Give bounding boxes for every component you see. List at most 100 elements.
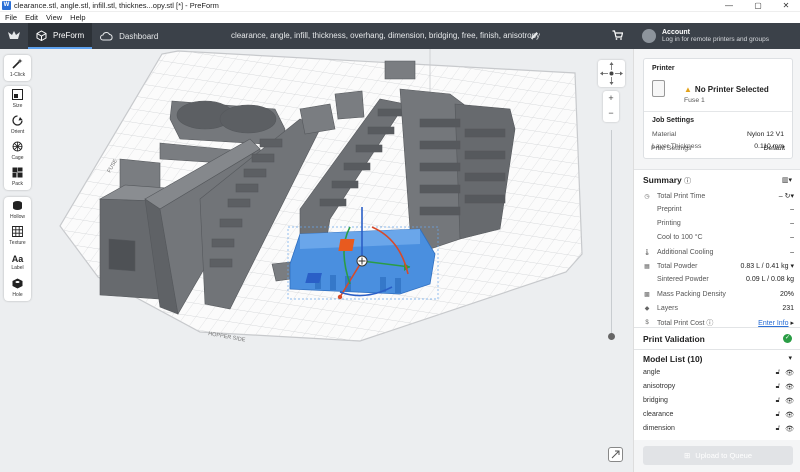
job-key: Print Settings: [651, 145, 692, 152]
chevron-down-icon[interactable]: ▾: [788, 354, 792, 362]
summary-key: Printing: [657, 220, 681, 227]
validation-section[interactable]: Print Validation ✓: [634, 327, 800, 349]
lock-icon[interactable]: 🔓︎: [776, 411, 781, 419]
toolbar-group-layout: Size Orient Cage Pack: [4, 86, 31, 190]
lock-icon[interactable]: 🔓︎: [776, 369, 781, 377]
fullscreen-button[interactable]: [608, 447, 623, 462]
warning-icon: ▲: [684, 85, 692, 94]
summary-row: Sintered Powder 0.09 L / 0.08 kg: [643, 276, 794, 283]
chevron-right-icon[interactable]: ▸: [790, 320, 794, 327]
summary-heading[interactable]: Summary ⓘ: [643, 175, 691, 186]
model-list-heading[interactable]: Model List (10): [643, 354, 703, 364]
size-icon: [12, 89, 23, 102]
label-icon: Aa: [11, 253, 24, 264]
tool-label: Pack: [11, 181, 24, 187]
move-plane-handle[interactable]: [305, 273, 322, 283]
job-row-material: Material Nylon 12 V1: [652, 131, 784, 138]
minimize-button[interactable]: —: [715, 0, 743, 12]
scale-handle[interactable]: [338, 239, 355, 251]
refresh-icon[interactable]: ↻▾: [785, 193, 794, 200]
model-list-section: Model List (10) ▾ angle 🔓︎ 👁︎ anisotropy 🔓︎…: [634, 349, 800, 440]
account-header[interactable]: Account Log in for remote printers and g…: [633, 23, 800, 49]
zoom-in-button[interactable]: +: [603, 91, 619, 106]
tab-preform-label: PreForm: [53, 30, 85, 40]
list-item[interactable]: clearance 🔓︎ 👁︎: [643, 411, 794, 419]
eye-icon[interactable]: 👁︎: [785, 397, 794, 405]
tool-label: Cage: [11, 155, 24, 161]
card-divider: [644, 111, 792, 112]
list-item[interactable]: bridging 🔓︎ 👁︎: [643, 397, 794, 405]
tab-dashboard[interactable]: Dashboard: [92, 23, 166, 49]
lock-icon[interactable]: 🔓︎: [776, 425, 781, 433]
list-item[interactable]: dimension 🔓︎ 👁︎: [643, 425, 794, 433]
view-cube[interactable]: [598, 60, 625, 87]
summary-key: Total Print Time: [657, 192, 706, 200]
layer-slider-handle[interactable]: [608, 333, 615, 340]
lock-icon[interactable]: 🔓︎: [776, 383, 781, 391]
menu-view[interactable]: View: [46, 13, 62, 22]
summary-row: Printing –: [643, 220, 794, 227]
eye-icon[interactable]: 👁︎: [785, 383, 794, 391]
printer-model: Fuse 1: [684, 97, 705, 104]
summary-row: ◷ Total Print Time – ↻▾: [643, 192, 794, 201]
eye-icon[interactable]: 👁︎: [785, 425, 794, 433]
tool-orient[interactable]: Orient: [4, 112, 31, 138]
powder-icon: ▦: [644, 263, 650, 270]
job-heading: Job Settings: [652, 117, 695, 124]
tool-label[interactable]: Aa Label: [4, 249, 31, 275]
menu-bar: File Edit View Help: [0, 12, 800, 23]
menu-help[interactable]: Help: [70, 13, 85, 22]
cart-icon[interactable]: [612, 30, 624, 42]
layer-slider-track[interactable]: [611, 130, 612, 340]
eye-icon[interactable]: 👁︎: [785, 369, 794, 377]
tool-hollow[interactable]: Hollow: [4, 197, 31, 223]
summary-key: Total Print Cost: [657, 319, 705, 327]
summary-row: ▩ Mass Packing Density 20%: [643, 290, 794, 298]
chart-toggle-icon[interactable]: ▥▾: [782, 176, 792, 184]
info-icon[interactable]: ⓘ: [684, 178, 691, 185]
menu-edit[interactable]: Edit: [25, 13, 38, 22]
tool-label: Hollow: [9, 214, 25, 220]
model-name: angle: [643, 369, 661, 376]
3d-viewport[interactable]: HOPPER SIDE FUSE 1-Click Size Orient Cag…: [0, 49, 633, 472]
summary-value-text: 0.83 L / 0.41 kg: [740, 263, 789, 270]
dropdown-icon[interactable]: ▾: [790, 263, 794, 270]
magic-wand-icon: [12, 58, 23, 71]
summary-value-text: –: [778, 193, 783, 200]
summary-key: Additional Cooling: [657, 248, 714, 256]
tool-hole[interactable]: Hole: [4, 275, 31, 301]
job-filenames[interactable]: clearance, angle, infill, thickness, ove…: [231, 23, 540, 49]
tool-cage[interactable]: Cage: [4, 138, 31, 164]
close-window-button[interactable]: ✕: [772, 0, 800, 12]
tool-pack[interactable]: Pack: [4, 164, 31, 190]
eye-icon[interactable]: 👁︎: [785, 411, 794, 419]
tool-1-click[interactable]: 1-Click: [4, 55, 31, 81]
lock-icon[interactable]: 🔓︎: [776, 397, 781, 405]
upload-label: Upload to Queue: [695, 451, 752, 460]
tool-size[interactable]: Size: [4, 86, 31, 112]
upload-to-queue-button[interactable]: ⊞ Upload to Queue: [643, 446, 793, 465]
cloud-icon: [100, 31, 113, 41]
summary-key: Mass Packing Density: [657, 290, 726, 298]
summary-value: 0.09 L / 0.08 kg: [746, 276, 794, 283]
summary-value: –: [790, 234, 794, 241]
tool-texture[interactable]: Texture: [4, 223, 31, 249]
edit-pencil-icon[interactable]: [530, 31, 539, 42]
list-item[interactable]: angle 🔓︎ 👁︎: [643, 369, 794, 377]
printer-status: ▲ No Printer Selected: [684, 85, 769, 94]
formlabs-logo-icon[interactable]: [0, 23, 28, 49]
menu-file[interactable]: File: [5, 13, 17, 22]
tab-preform[interactable]: PreForm: [28, 23, 93, 49]
model-name: bridging: [643, 397, 668, 404]
list-item[interactable]: anisotropy 🔓︎ 👁︎: [643, 383, 794, 391]
summary-value: –: [790, 220, 794, 227]
model-name: anisotropy: [643, 383, 676, 390]
summary-row: Cool to 100 °C –: [643, 234, 794, 241]
build-scene[interactable]: HOPPER SIDE FUSE: [0, 49, 633, 472]
enter-info-link[interactable]: Enter Info: [758, 320, 788, 327]
zoom-out-button[interactable]: −: [603, 106, 619, 121]
avatar-icon: [642, 29, 656, 43]
maximize-button[interactable]: ▢: [744, 0, 772, 12]
printer-card[interactable]: Printer ▲ No Printer Selected Fuse 1 Job …: [643, 58, 793, 159]
hollow-icon: [12, 200, 23, 213]
